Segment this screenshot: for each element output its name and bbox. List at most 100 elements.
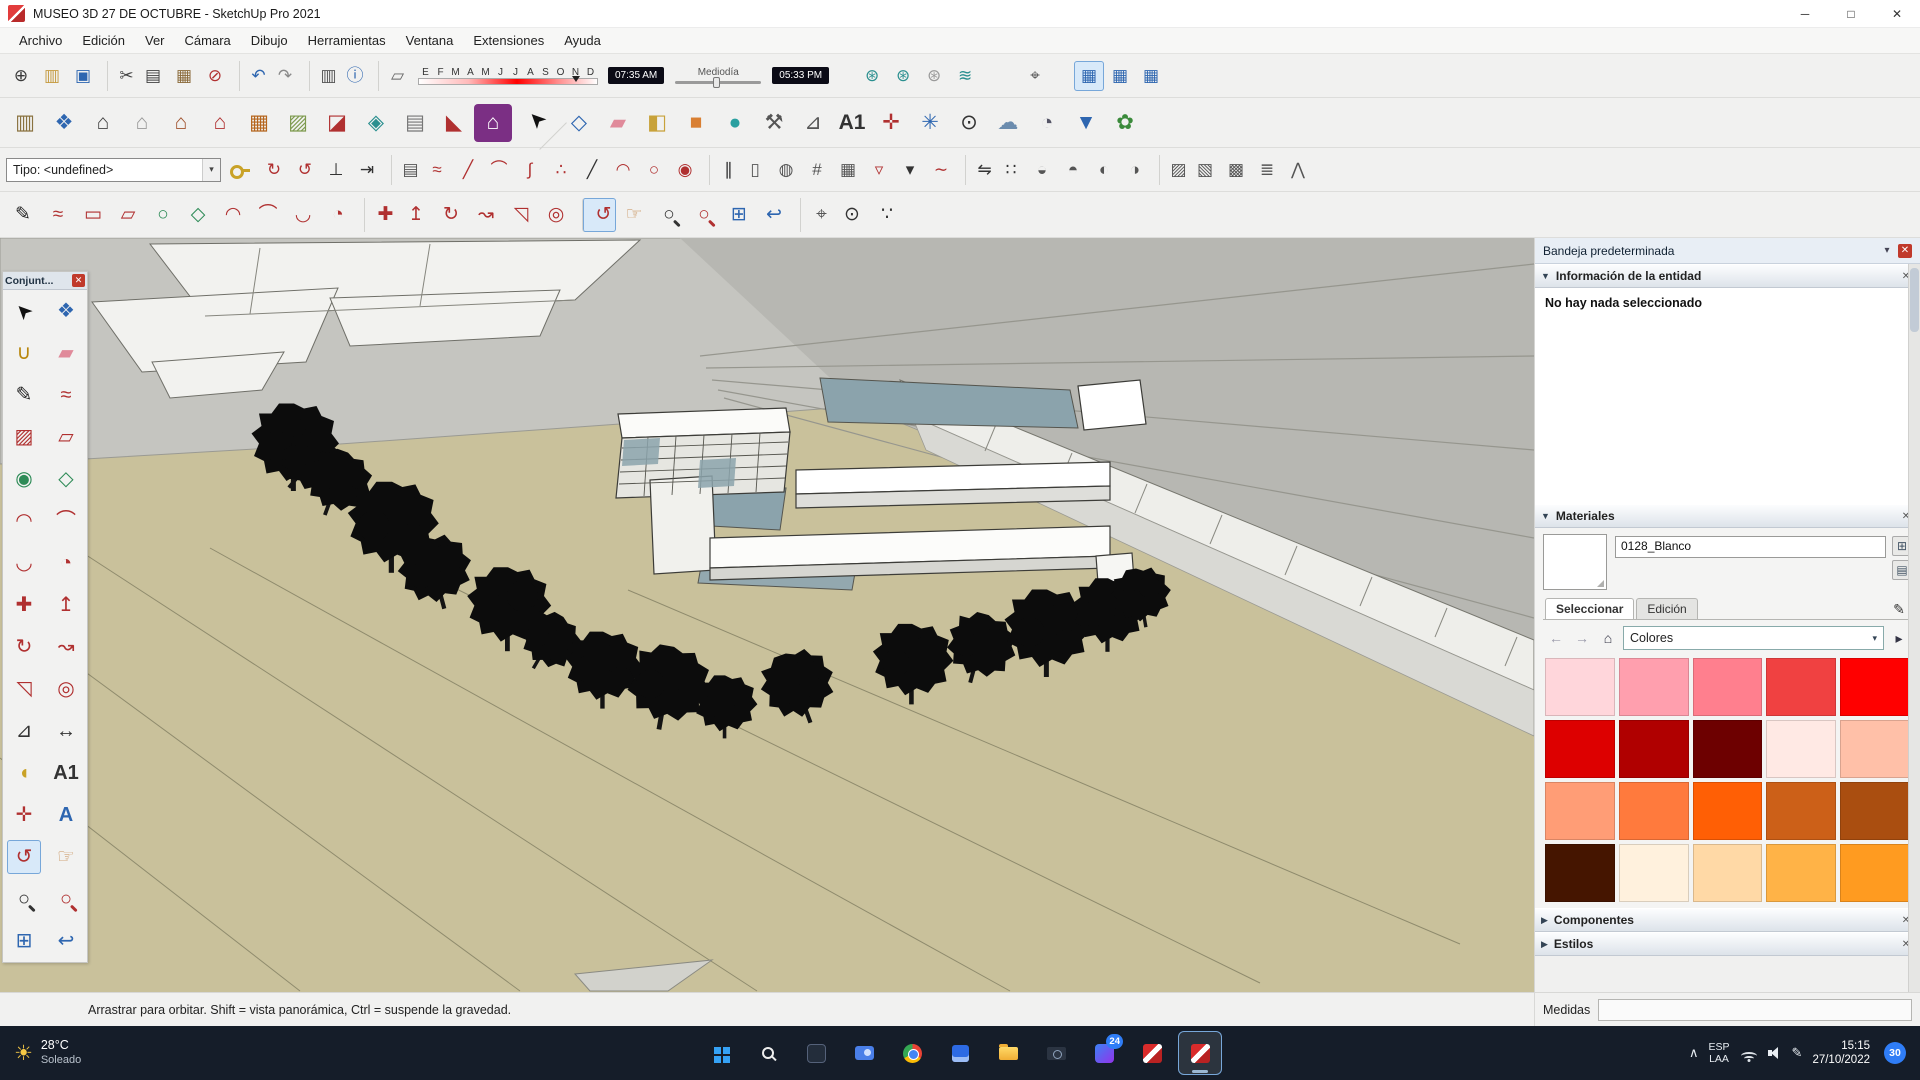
site-map-icon[interactable]: ▨	[279, 104, 317, 142]
classifier-key-icon[interactable]	[225, 156, 253, 184]
zoom-extents-tool-icon[interactable]: ⊞	[722, 198, 756, 232]
hidden-icons-caret[interactable]: ∧	[1689, 1045, 1699, 1061]
tape-measure-icon[interactable]: ⊿	[7, 714, 41, 748]
rotated-rectangle-icon[interactable]: ▱	[49, 420, 83, 454]
pen-icon[interactable]: ✎	[1792, 1045, 1803, 1061]
weather-widget[interactable]: ☀ 28°C Soleado	[0, 1026, 95, 1080]
select-tool-icon[interactable]: ➤	[0, 287, 48, 335]
axes-tool-icon[interactable]: ✛	[872, 104, 910, 142]
menu-ventana[interactable]: Ventana	[397, 30, 463, 51]
store-app-icon[interactable]	[938, 1031, 982, 1075]
color-swatch[interactable]	[1840, 782, 1910, 840]
menu-edicion[interactable]: Edición	[73, 30, 134, 51]
spiral-icon[interactable]: ◉	[670, 155, 700, 185]
color-swatch[interactable]	[1545, 844, 1615, 902]
chevron-down-icon[interactable]: ▾	[202, 159, 220, 181]
iso-view-icon[interactable]: ▦	[1074, 61, 1104, 91]
color-swatch[interactable]	[1840, 720, 1910, 778]
paste-icon[interactable]: ▦	[169, 61, 199, 91]
arc-tool-icon[interactable]: ◠	[216, 198, 250, 232]
three-point-arc-icon[interactable]: ◡	[7, 546, 41, 580]
follow-me-tool-icon[interactable]: ↝	[49, 630, 83, 664]
components-header[interactable]: ▶ Componentes ✕	[1535, 908, 1920, 932]
color-swatch[interactable]	[1766, 782, 1836, 840]
wifi-icon[interactable]	[1740, 1047, 1758, 1060]
zoom-tool-icon[interactable]: ○	[7, 882, 41, 916]
pie-tool-icon[interactable]: ◔	[321, 198, 355, 232]
volume-icon[interactable]	[1768, 1047, 1782, 1059]
print-icon[interactable]: ▥	[309, 61, 339, 91]
polygon-tool-icon[interactable]: ◇	[181, 198, 215, 232]
rotate-tool-icon[interactable]: ↻	[434, 198, 468, 232]
classifier-type-dropdown[interactable]: Tipo: <undefined> ▾	[6, 158, 221, 182]
start-button[interactable]	[698, 1031, 742, 1075]
line-tool-icon[interactable]: ╱	[577, 155, 607, 185]
material-preview[interactable]	[1543, 534, 1607, 590]
smooth-icon[interactable]: ∼	[926, 155, 956, 185]
delete-icon[interactable]: ⊘	[200, 61, 230, 91]
pan-tool-icon[interactable]: ☞	[49, 840, 83, 874]
move-tool-icon[interactable]: ✚	[364, 198, 398, 232]
new-file-icon[interactable]: ⊕	[6, 61, 36, 91]
weld-edges-icon[interactable]: ≈	[422, 155, 452, 185]
spheres-icon[interactable]: ●	[716, 104, 754, 142]
pipe-icon[interactable]: ∥	[709, 155, 739, 185]
clock-widget[interactable]: 15:15 27/10/2022	[1812, 1039, 1870, 1068]
undo-icon[interactable]: ↶	[239, 61, 269, 91]
menu-ayuda[interactable]: Ayuda	[555, 30, 610, 51]
stamp-icon[interactable]: ▾	[895, 155, 925, 185]
texture-icon[interactable]: ▦	[240, 104, 278, 142]
geo-location-icon[interactable]: ⊛	[857, 61, 887, 91]
zoom-window-tool-icon[interactable]: ○	[49, 882, 83, 916]
mesh-icon[interactable]: ▦	[833, 155, 863, 185]
drop-icon[interactable]: ▼	[1067, 104, 1105, 142]
previous-view-icon[interactable]: ↩	[49, 924, 83, 958]
model-info-icon[interactable]: ⓘ	[340, 61, 370, 91]
follow-me-tool-icon[interactable]: ↝	[469, 198, 503, 232]
rotate-tool-icon[interactable]: ↻	[7, 630, 41, 664]
scale-tool-icon[interactable]: ◹	[504, 198, 538, 232]
move-tool-icon[interactable]: ✚	[7, 588, 41, 622]
entity-info-header[interactable]: ▼ Información de la entidad ✕	[1535, 264, 1920, 288]
color-swatch[interactable]	[1545, 782, 1615, 840]
sketchup-taskbar-icon[interactable]	[1130, 1031, 1174, 1075]
eye-tool-icon[interactable]: ⊙	[950, 104, 988, 142]
solid-trim-icon[interactable]: ◐	[1089, 155, 1119, 185]
copy-icon[interactable]: ▤	[138, 61, 168, 91]
cut-icon[interactable]: ✂	[107, 61, 137, 91]
freehand-tool-icon[interactable]: ≈	[41, 198, 75, 232]
extension-house-icon[interactable]: ⌂	[474, 104, 512, 142]
detail-pane-icon[interactable]: ▸	[1888, 627, 1910, 649]
back-arrow-icon[interactable]: ←	[1545, 627, 1567, 649]
freehand-tool-icon[interactable]: ≈	[49, 378, 83, 412]
fog-icon[interactable]: ☁	[989, 104, 1027, 142]
star-tool-icon[interactable]: ✳	[911, 104, 949, 142]
materials-header[interactable]: ▼ Materiales ✕	[1535, 504, 1920, 528]
circle-edit-icon[interactable]: ○	[639, 155, 669, 185]
3d-viewport[interactable]: Conjunt... ✕ ➤❖∪▰✎≈▨▱◉◇◠⌒◡◔✚↥↻↝◹◎⊿↔◖A1✛A…	[0, 238, 1534, 992]
menu-herramientas[interactable]: Herramientas	[299, 30, 395, 51]
offset-tool-icon[interactable]: ◎	[49, 672, 83, 706]
points-icon[interactable]: ∴	[546, 155, 576, 185]
zoom-tool-icon[interactable]: ○	[652, 198, 686, 232]
flip-icon[interactable]: ⇋	[965, 155, 995, 185]
menu-archivo[interactable]: Archivo	[10, 30, 71, 51]
box-tool-icon[interactable]: ■	[677, 104, 715, 142]
tray-close-icon[interactable]: ✕	[1898, 244, 1912, 258]
minimize-button[interactable]: ─	[1782, 0, 1828, 28]
protractor-tool-icon[interactable]: ◖	[7, 756, 41, 790]
color-swatch[interactable]	[1840, 658, 1910, 716]
photos-badge-icon[interactable]: 24	[1082, 1031, 1126, 1075]
color-swatch[interactable]	[1766, 844, 1836, 902]
eraser-icon[interactable]: ▰	[599, 104, 637, 142]
styles-header[interactable]: ▶ Estilos ✕	[1535, 932, 1920, 956]
color-swatch[interactable]	[1619, 658, 1689, 716]
roof-icon[interactable]: ⌂	[201, 104, 239, 142]
rectangle-tool-icon[interactable]: ▭	[76, 198, 110, 232]
tray-pin-icon[interactable]: ▾	[1879, 243, 1895, 259]
photo-match-icon[interactable]: ▤	[396, 104, 434, 142]
circle-tool-icon[interactable]: ◉	[7, 462, 41, 496]
push-pull-tool-icon[interactable]: ↥	[399, 198, 433, 232]
add-location-icon[interactable]: ⊛	[888, 61, 918, 91]
3d-viewport-canvas[interactable]	[0, 238, 1534, 992]
